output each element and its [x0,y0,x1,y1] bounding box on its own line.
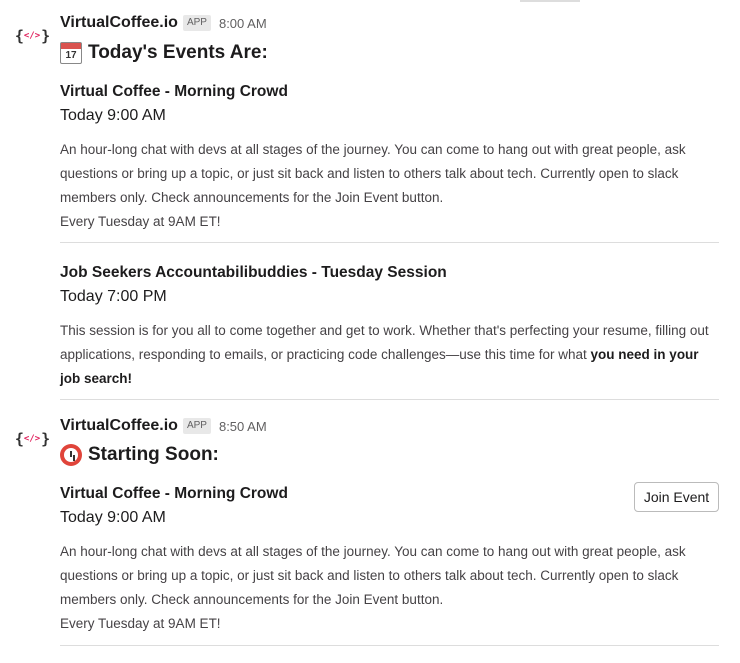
message-heading: Starting Soon: [60,444,219,466]
event-divider [60,242,719,243]
join-event-button[interactable]: Join Event [634,482,719,512]
message-heading: 17 Today's Events Are: [60,42,268,64]
event-description: An hour-long chat with devs at all stage… [60,540,720,636]
calendar-date: 17 [65,50,77,61]
heading-text: Today's Events Are: [88,42,268,63]
message-timestamp[interactable]: 8:50 AM [219,419,267,434]
event-description: This session is for you all to come toge… [60,319,720,391]
event-title: Virtual Coffee - Morning Crowd [60,83,288,100]
event-description-text: An hour-long chat with devs at all stage… [60,544,686,607]
sender-name[interactable]: VirtualCoffee.io [60,14,178,32]
avatar-brace-left: { [14,430,24,448]
event-recurrence: Every Tuesday at 9AM ET! [60,214,221,229]
virtualcoffee-avatar[interactable]: {</>} [14,423,50,455]
event-time: Today 9:00 AM [60,509,166,526]
event-time: Today 9:00 AM [60,107,166,124]
app-badge: APP [182,15,211,31]
event-time: Today 7:00 PM [60,288,167,305]
event-description-text: An hour-long chat with devs at all stage… [60,142,686,205]
event-title: Job Seekers Accountabilibuddies - Tuesda… [60,264,447,281]
event-description: An hour-long chat with devs at all stage… [60,138,720,234]
avatar-brace-left: { [14,27,24,45]
avatar-brace-right: } [41,27,50,45]
event-recurrence: Every Tuesday at 9AM ET! [60,616,221,631]
calendar-icon: 17 [60,42,82,64]
virtualcoffee-avatar[interactable]: {</>} [14,20,50,52]
heading-text: Starting Soon: [88,444,219,465]
app-badge: APP [182,418,211,434]
event-divider [60,645,719,646]
message-header: VirtualCoffee.io APP 8:00 AM [60,13,267,33]
message-timestamp[interactable]: 8:00 AM [219,16,267,31]
avatar-brace-right: } [41,430,50,448]
message-header: VirtualCoffee.io APP 8:50 AM [60,416,267,436]
alarm-clock-icon [60,444,82,466]
event-title: Virtual Coffee - Morning Crowd [60,485,288,502]
event-divider [60,399,719,400]
scroll-edge-divider [520,0,580,2]
avatar-code-tag: </> [23,31,41,41]
sender-name[interactable]: VirtualCoffee.io [60,417,178,435]
avatar-code-tag: </> [23,434,41,444]
